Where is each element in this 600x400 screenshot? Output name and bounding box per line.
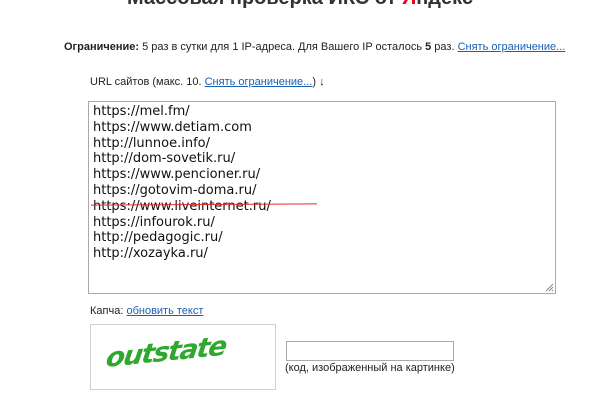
captcha-input[interactable] [286, 341, 454, 361]
url-line: http://pedagogic.ru/ [93, 230, 223, 246]
url-line: https://www.pencioner.ru/ [93, 167, 261, 183]
url-line: https://www.detiam.com [93, 119, 252, 135]
brand-rest: ндекс [416, 0, 473, 9]
limit-suffix: раз. [431, 41, 458, 53]
url-line: https://www.liveinternet.ru/ [93, 198, 271, 214]
remove-limit-link[interactable]: Снять ограничение... [458, 41, 566, 53]
url-textarea[interactable]: https://mel.fm/ https://www.detiam.com h… [88, 101, 556, 294]
url-line: https://mel.fm/ [93, 104, 190, 119]
url-label: URL сайтов (макс. 10. Снять ограничение.… [90, 76, 325, 88]
url-label-suffix: ) ↓ [312, 76, 325, 88]
limit-label: Ограничение: [64, 41, 140, 53]
captcha-hint: (код, изображенный на картинке) [285, 362, 455, 374]
url-lines: https://mel.fm/ https://www.detiam.com h… [90, 104, 318, 262]
captcha-refresh-link[interactable]: обновить текст [126, 305, 203, 317]
captcha-image-svg: outstate [104, 331, 229, 374]
captcha-label: Капча: обновить текст [90, 305, 203, 317]
url-line: http://xozayka.ru/ [93, 246, 208, 262]
url-remove-limit-link[interactable]: Снять ограничение... [205, 76, 313, 88]
resize-grip-icon[interactable] [545, 283, 554, 292]
url-line: http://lunnoe.info/ [93, 135, 210, 151]
url-label-text: URL сайтов (макс. 10. [90, 76, 205, 88]
brand-first-letter: Я [402, 0, 416, 9]
captcha-text: outstate [104, 331, 229, 374]
limit-text: 5 раз в сутки для 1 IP-адреса. Для Вашег… [139, 41, 426, 53]
page-title-prefix: Массовая проверка ИКС от [127, 0, 402, 9]
captcha-label-text: Капча: [90, 305, 127, 317]
url-line: https://infourok.ru/ [93, 214, 215, 230]
url-line: https://gotovim-doma.ru/ [93, 182, 257, 198]
captcha-image: outstate [90, 324, 276, 390]
page-title: Массовая проверка ИКС от Яндекс [0, 0, 600, 9]
limit-notice: Ограничение: 5 раз в сутки для 1 IP-адре… [64, 41, 565, 53]
url-line: http://dom-sovetik.ru/ [93, 151, 236, 167]
